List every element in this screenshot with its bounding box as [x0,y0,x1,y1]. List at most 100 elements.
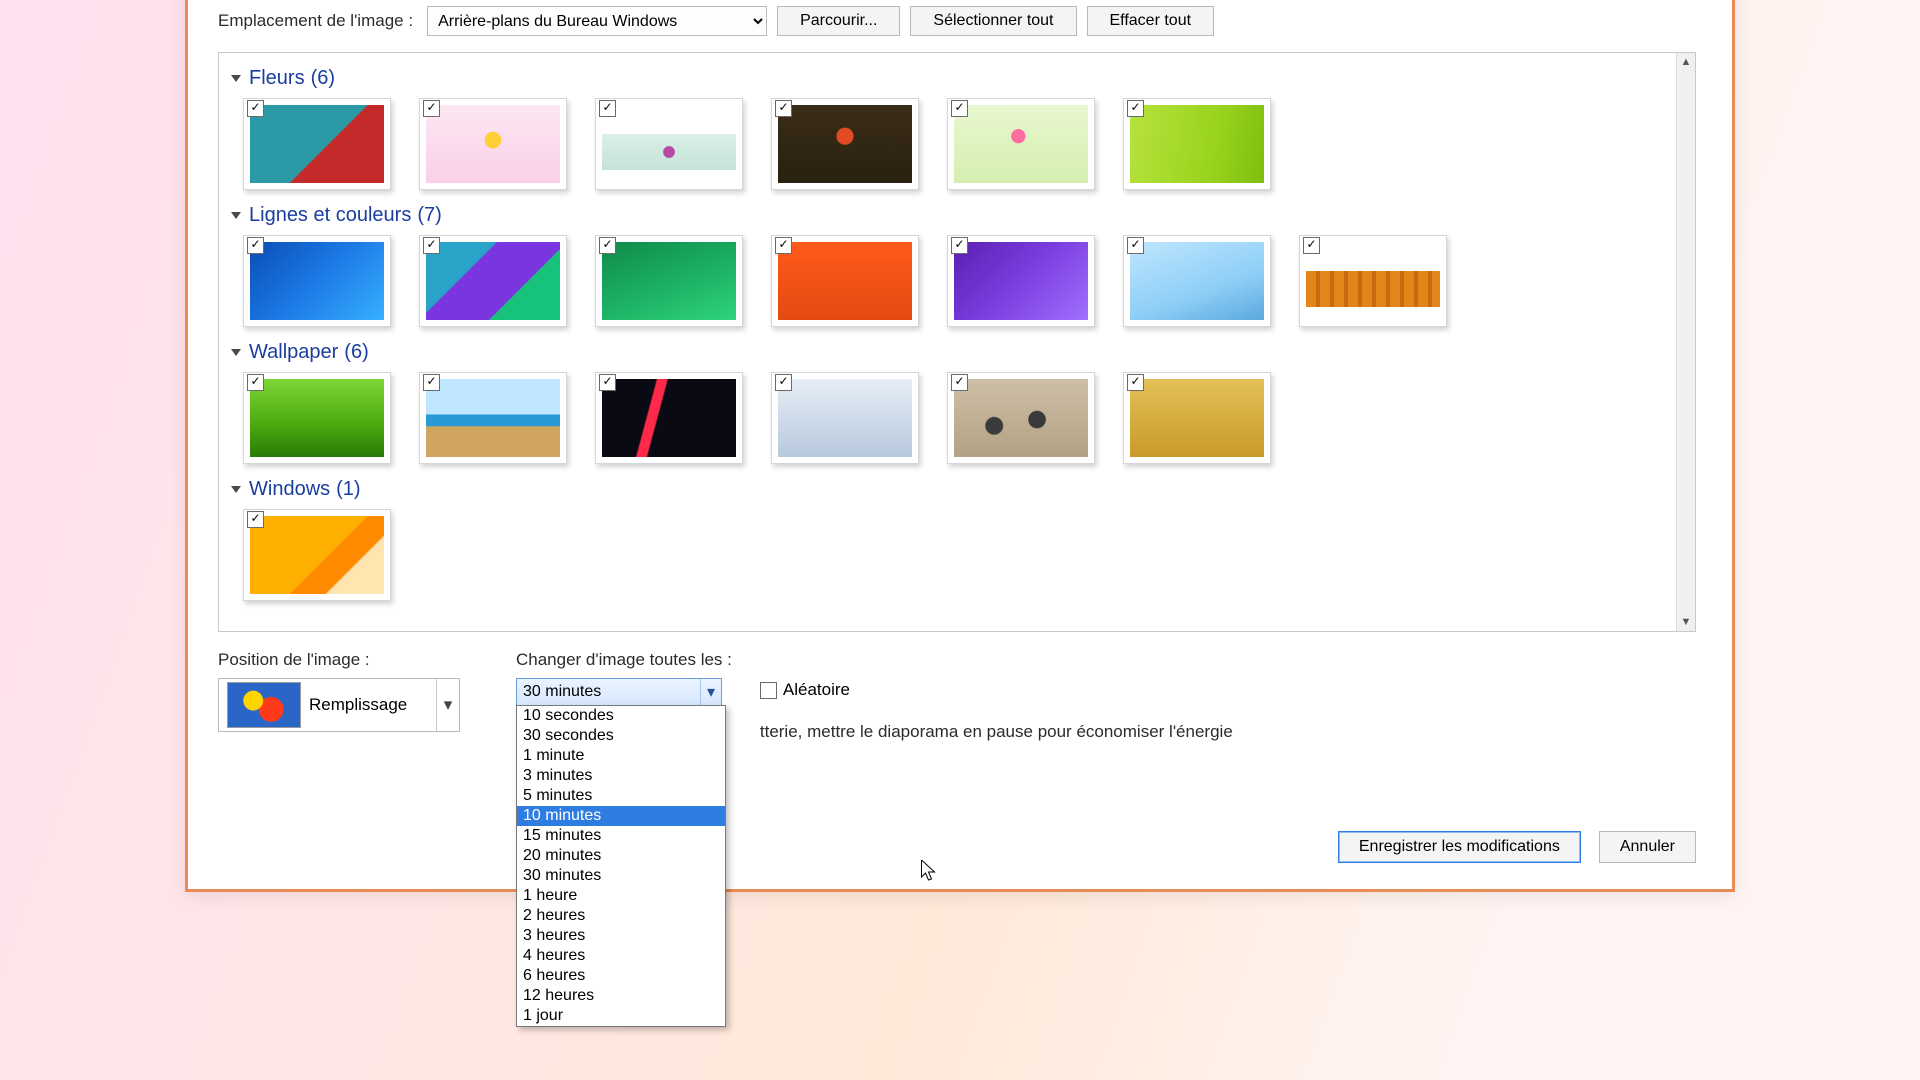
wallpaper-thumbnail[interactable]: ✓ [419,98,567,190]
wallpaper-thumbnail[interactable]: ✓ [419,235,567,327]
wallpaper-thumbnail[interactable]: ✓ [947,235,1095,327]
thumbnail-checkbox[interactable]: ✓ [599,237,616,254]
desktop-background-dialog: Emplacement de l'image : Arrière-plans d… [185,0,1735,892]
interval-option[interactable]: 3 heures [517,926,725,946]
interval-label: Changer d'image toutes les : [516,650,732,670]
scroll-up-icon[interactable]: ▲ [1677,53,1695,71]
wallpaper-thumbnail[interactable]: ✓ [595,372,743,464]
thumbnail-image [778,105,912,183]
save-button[interactable]: Enregistrer les modifications [1338,831,1581,863]
wallpaper-thumbnail[interactable]: ✓ [595,235,743,327]
wallpaper-thumbnail[interactable]: ✓ [1123,98,1271,190]
wallpaper-thumbnail[interactable]: ✓ [1123,235,1271,327]
position-value: Remplissage [309,695,436,715]
thumbnail-checkbox[interactable]: ✓ [775,374,792,391]
group-header[interactable]: Wallpaper (6) [231,341,1659,364]
thumbnail-checkbox[interactable]: ✓ [247,100,264,117]
interval-option[interactable]: 1 minute [517,746,725,766]
thumbnail-checkbox[interactable]: ✓ [1127,100,1144,117]
thumbnail-checkbox[interactable]: ✓ [423,100,440,117]
interval-option[interactable]: 10 minutes [517,806,725,826]
group-header[interactable]: Fleurs (6) [231,67,1659,90]
location-select[interactable]: Arrière-plans du Bureau Windows [427,6,767,36]
wallpaper-thumbnail[interactable]: ✓ [947,372,1095,464]
clear-all-button[interactable]: Effacer tout [1087,6,1215,36]
interval-option[interactable]: 5 minutes [517,786,725,806]
thumbnail-image [602,242,736,320]
thumbnail-checkbox[interactable]: ✓ [247,374,264,391]
location-label: Emplacement de l'image : [218,11,413,31]
position-preview-icon [227,682,301,728]
group-count: (1) [336,478,360,501]
interval-option[interactable]: 2 heures [517,906,725,926]
interval-option[interactable]: 1 jour [517,1006,725,1026]
interval-option[interactable]: 3 minutes [517,766,725,786]
collapse-caret-icon[interactable] [231,349,241,356]
collapse-caret-icon[interactable] [231,212,241,219]
chevron-down-icon[interactable]: ▾ [700,679,721,705]
interval-option[interactable]: 15 minutes [517,826,725,846]
shuffle-row: Aléatoire [760,680,1233,700]
select-all-button[interactable]: Sélectionner tout [910,6,1076,36]
thumbnail-checkbox[interactable]: ✓ [247,237,264,254]
interval-option[interactable]: 20 minutes [517,846,725,866]
wallpaper-thumbnail[interactable]: ✓ [771,98,919,190]
interval-value: 30 minutes [523,683,601,701]
collapse-caret-icon[interactable] [231,75,241,82]
interval-select[interactable]: 30 minutes ▾ [516,678,722,706]
interval-dropdown-list[interactable]: 10 secondes30 secondes1 minute3 minutes5… [516,705,726,1027]
thumbnail-checkbox[interactable]: ✓ [951,100,968,117]
thumbnail-checkbox[interactable]: ✓ [423,374,440,391]
interval-option[interactable]: 30 minutes [517,866,725,886]
thumbnail-checkbox[interactable]: ✓ [247,511,264,528]
thumbnail-checkbox[interactable]: ✓ [1303,237,1320,254]
wallpaper-gallery: Fleurs (6)✓✓✓✓✓✓Lignes et couleurs (7)✓✓… [218,52,1696,632]
thumbnail-image [602,134,736,170]
thumbnail-row: ✓ ✓ ✓ ✓ ✓ ✓ [243,98,1659,190]
wallpaper-thumbnail[interactable]: ✓ [771,372,919,464]
chevron-down-icon[interactable]: ▾ [436,679,459,731]
thumbnail-row: ✓ [243,509,1659,601]
wallpaper-thumbnail[interactable]: ✓ [419,372,567,464]
thumbnail-image [426,242,560,320]
thumbnail-checkbox[interactable]: ✓ [599,100,616,117]
thumbnail-checkbox[interactable]: ✓ [1127,374,1144,391]
browse-button[interactable]: Parcourir... [777,6,900,36]
thumbnail-image [954,242,1088,320]
wallpaper-thumbnail[interactable]: ✓ [243,509,391,601]
thumbnail-image [426,379,560,457]
wallpaper-thumbnail[interactable]: ✓ [243,235,391,327]
group-count: (6) [311,67,335,90]
collapse-caret-icon[interactable] [231,486,241,493]
interval-option[interactable]: 6 heures [517,966,725,986]
wallpaper-thumbnail[interactable]: ✓ [595,98,743,190]
interval-option[interactable]: 1 heure [517,886,725,906]
interval-option[interactable]: 30 secondes [517,726,725,746]
thumbnail-checkbox[interactable]: ✓ [599,374,616,391]
group-header[interactable]: Windows (1) [231,478,1659,501]
wallpaper-thumbnail[interactable]: ✓ [243,98,391,190]
group-header[interactable]: Lignes et couleurs (7) [231,204,1659,227]
scrollbar[interactable]: ▲ ▼ [1676,53,1695,631]
thumbnail-checkbox[interactable]: ✓ [1127,237,1144,254]
thumbnail-image [426,105,560,183]
interval-option[interactable]: 4 heures [517,946,725,966]
wallpaper-thumbnail[interactable]: ✓ [243,372,391,464]
thumbnail-checkbox[interactable]: ✓ [775,100,792,117]
cancel-button[interactable]: Annuler [1599,831,1696,863]
wallpaper-thumbnail[interactable]: ✓ [1299,235,1447,327]
shuffle-checkbox[interactable] [760,682,777,699]
wallpaper-thumbnail[interactable]: ✓ [771,235,919,327]
scroll-down-icon[interactable]: ▼ [1677,613,1695,631]
thumbnail-checkbox[interactable]: ✓ [775,237,792,254]
dialog-footer: Enregistrer les modifications Annuler [1338,831,1696,863]
interval-option[interactable]: 12 heures [517,986,725,1006]
interval-option[interactable]: 10 secondes [517,706,725,726]
thumbnail-checkbox[interactable]: ✓ [423,237,440,254]
thumbnail-checkbox[interactable]: ✓ [951,237,968,254]
thumbnail-checkbox[interactable]: ✓ [951,374,968,391]
wallpaper-thumbnail[interactable]: ✓ [947,98,1095,190]
position-select[interactable]: Remplissage ▾ [218,678,460,732]
thumbnail-image [250,516,384,594]
wallpaper-thumbnail[interactable]: ✓ [1123,372,1271,464]
